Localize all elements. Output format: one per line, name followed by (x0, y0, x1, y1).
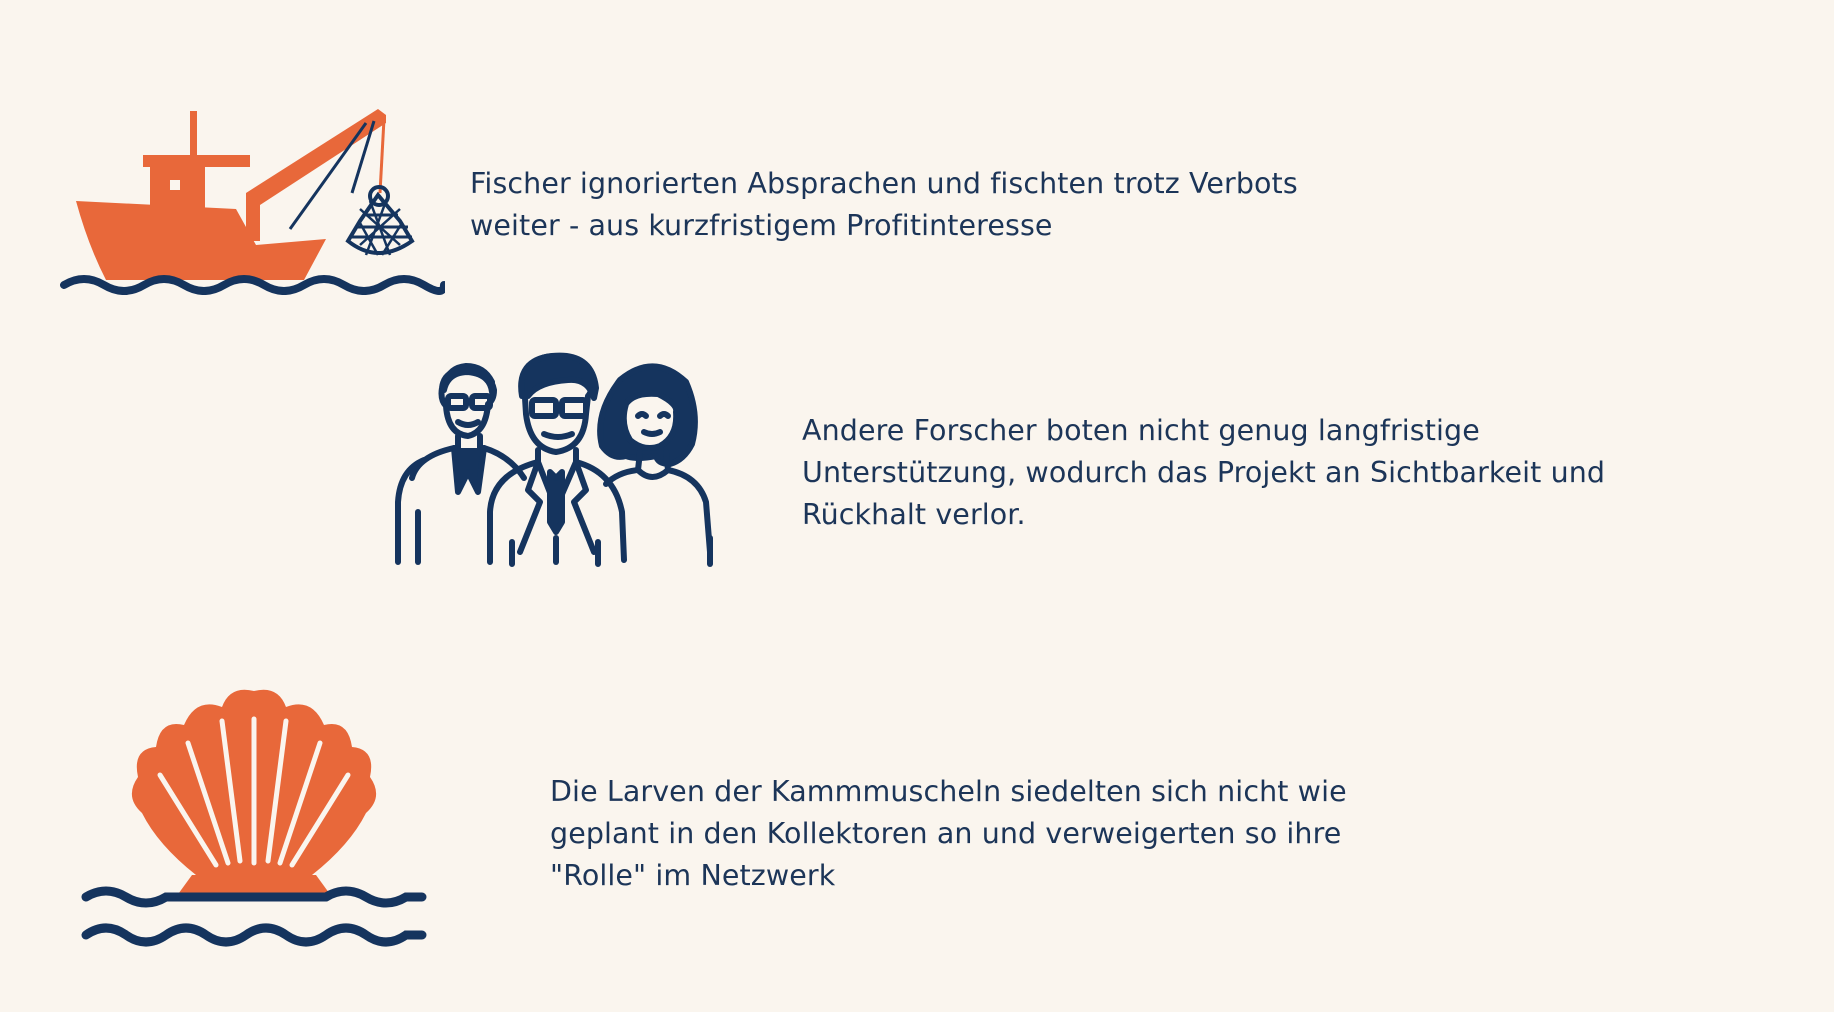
caption-line: Andere Forscher boten nicht genug langfr… (802, 414, 1480, 447)
caption-line: Fischer ignorierten Absprachen und fisch… (470, 167, 1298, 200)
caption-line: weiter - aus kurzfristigem Profitinteres… (470, 209, 1053, 242)
caption-line: Unterstützung, wodurch das Projekt an Si… (802, 456, 1606, 489)
caption-line: "Rolle" im Netzwerk (550, 859, 836, 892)
caption-researchers: Andere Forscher boten nicht genug langfr… (802, 410, 1605, 536)
caption-fishers: Fischer ignorierten Absprachen und fisch… (470, 163, 1298, 247)
caption-line: geplant in den Kollektoren an und verwei… (550, 817, 1342, 850)
scallop-shell-icon (80, 685, 430, 950)
fishing-boat-icon (60, 105, 445, 295)
caption-scallop-larvae: Die Larven der Kammmuscheln siedelten si… (550, 771, 1347, 897)
researchers-icon (388, 352, 758, 582)
caption-line: Rückhalt verlor. (802, 498, 1026, 531)
caption-line: Die Larven der Kammmuscheln siedelten si… (550, 775, 1347, 808)
